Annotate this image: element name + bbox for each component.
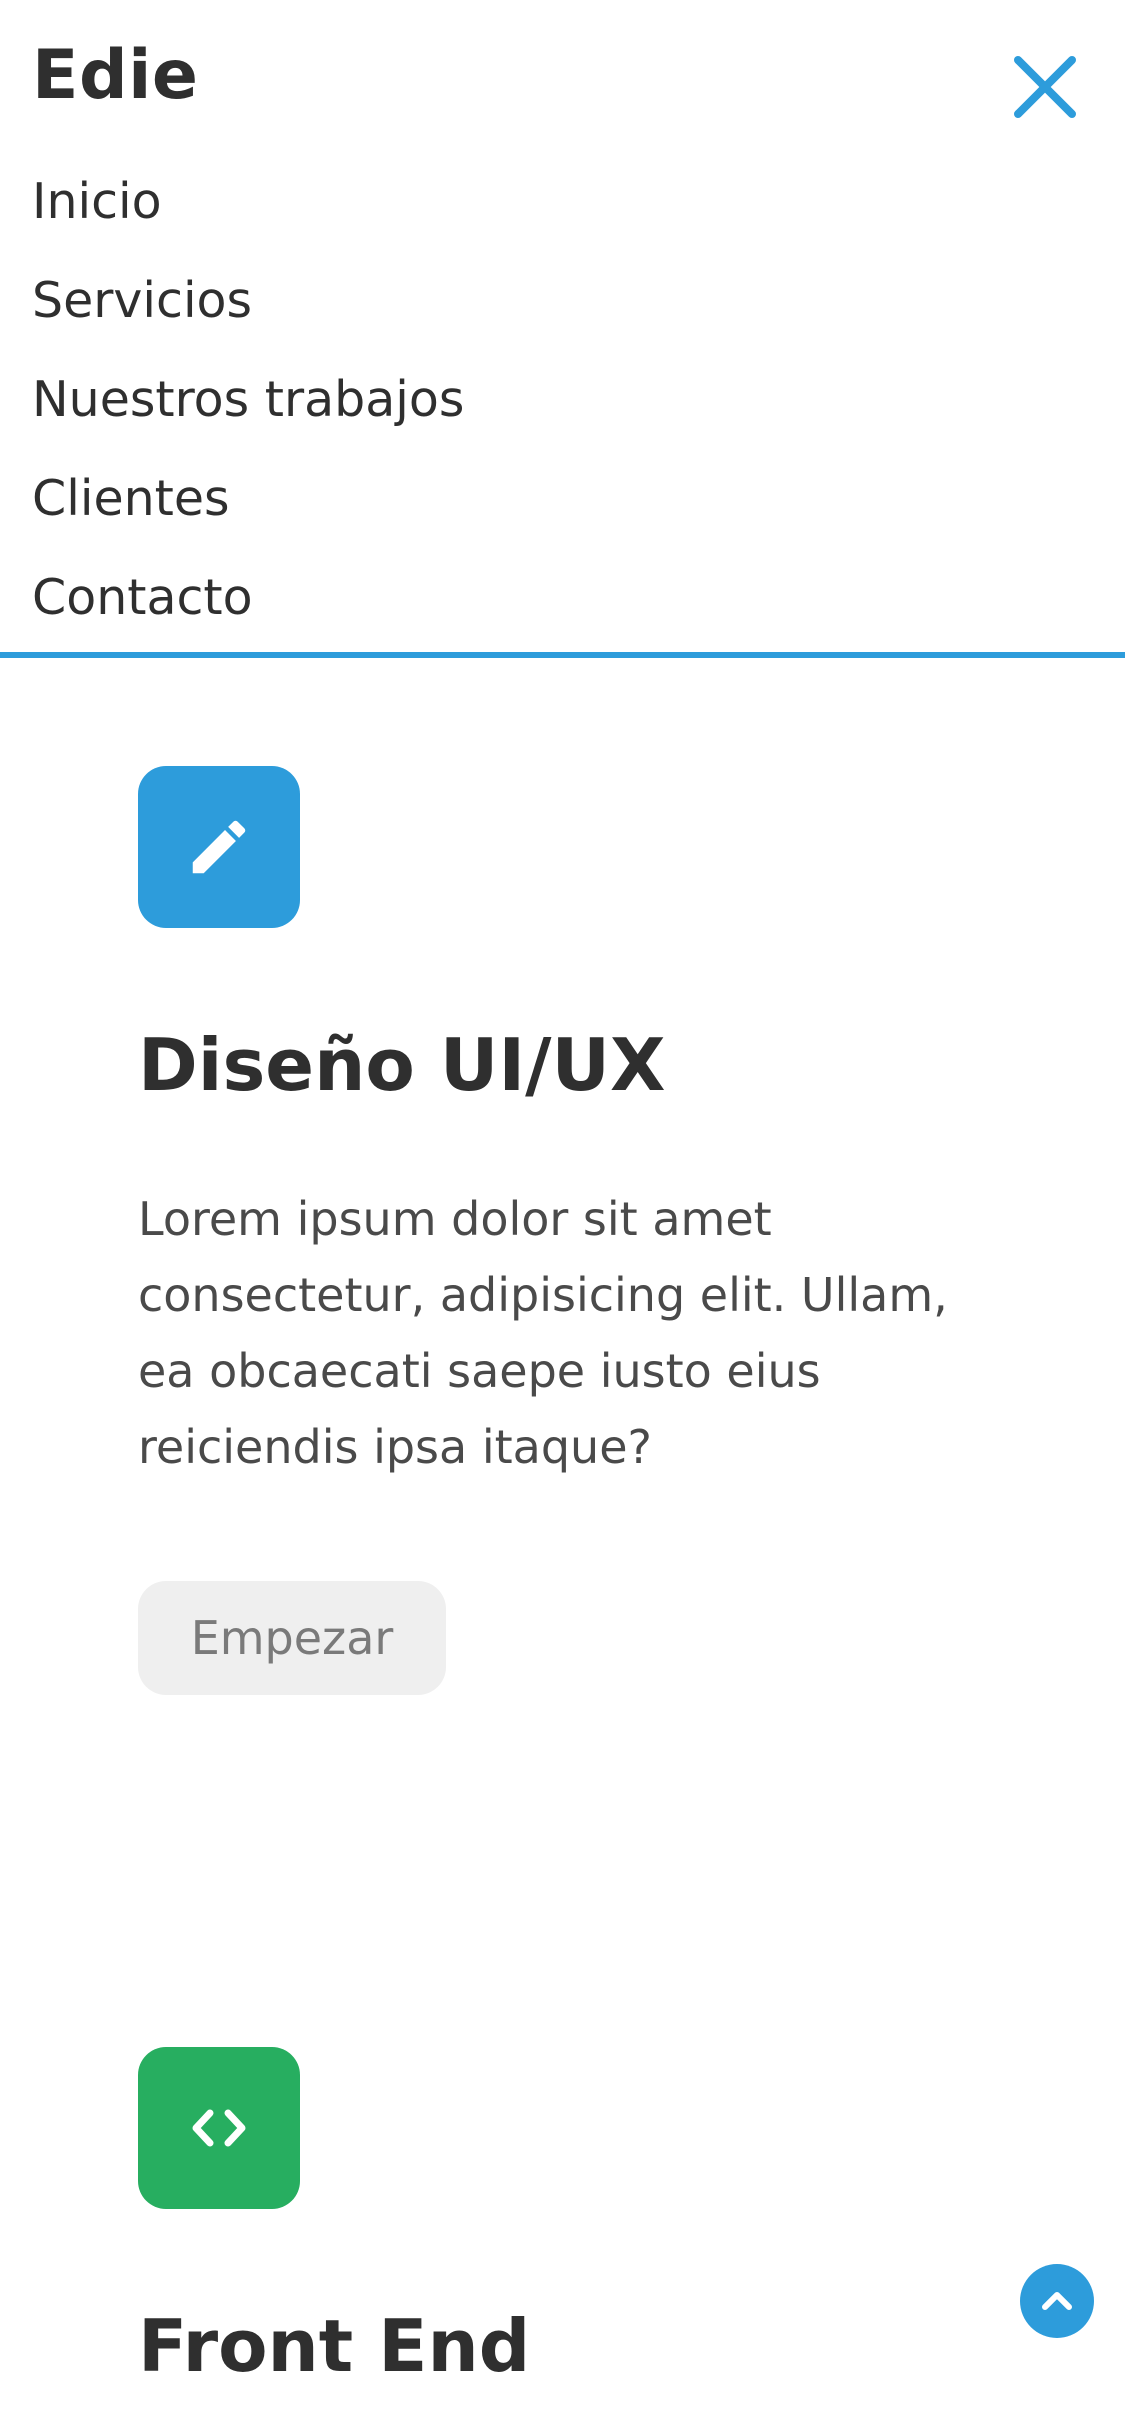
nav-item-servicios[interactable]: Servicios	[32, 264, 464, 363]
close-icon	[1014, 56, 1076, 118]
service-title: Front End	[138, 2304, 531, 2388]
service-icon-box	[138, 766, 300, 928]
service-card-ui-ux: Diseño UI/UX Lorem ipsum dolor sit amet …	[138, 766, 998, 1696]
service-description: Lorem ipsum dolor sit amet consectetur, …	[138, 1192, 948, 1475]
nav-item-nuestros-trabajos[interactable]: Nuestros trabajos	[32, 363, 464, 462]
brand-logo[interactable]: Edie	[32, 42, 199, 110]
nav-item-inicio[interactable]: Inicio	[32, 165, 464, 264]
close-menu-button[interactable]	[1010, 52, 1080, 122]
pencil-icon	[192, 820, 246, 874]
service-card-front-end: Front End	[138, 2047, 998, 2386]
nav-item-contacto[interactable]: Contacto	[32, 561, 464, 660]
code-icon	[192, 2109, 246, 2147]
service-icon-box	[138, 2047, 300, 2209]
nav-item-clientes[interactable]: Clientes	[32, 462, 464, 561]
service-title: Diseño UI/UX	[138, 1023, 666, 1107]
start-button[interactable]: Empezar	[138, 1581, 446, 1696]
nav-list: Inicio Servicios Nuestros trabajos Clien…	[32, 165, 464, 660]
navigation-menu: Edie Inicio Servicios Nuestros trabajos …	[0, 0, 1125, 658]
chevron-up-icon	[1042, 2292, 1072, 2310]
scroll-to-top-button[interactable]	[1020, 2264, 1094, 2338]
